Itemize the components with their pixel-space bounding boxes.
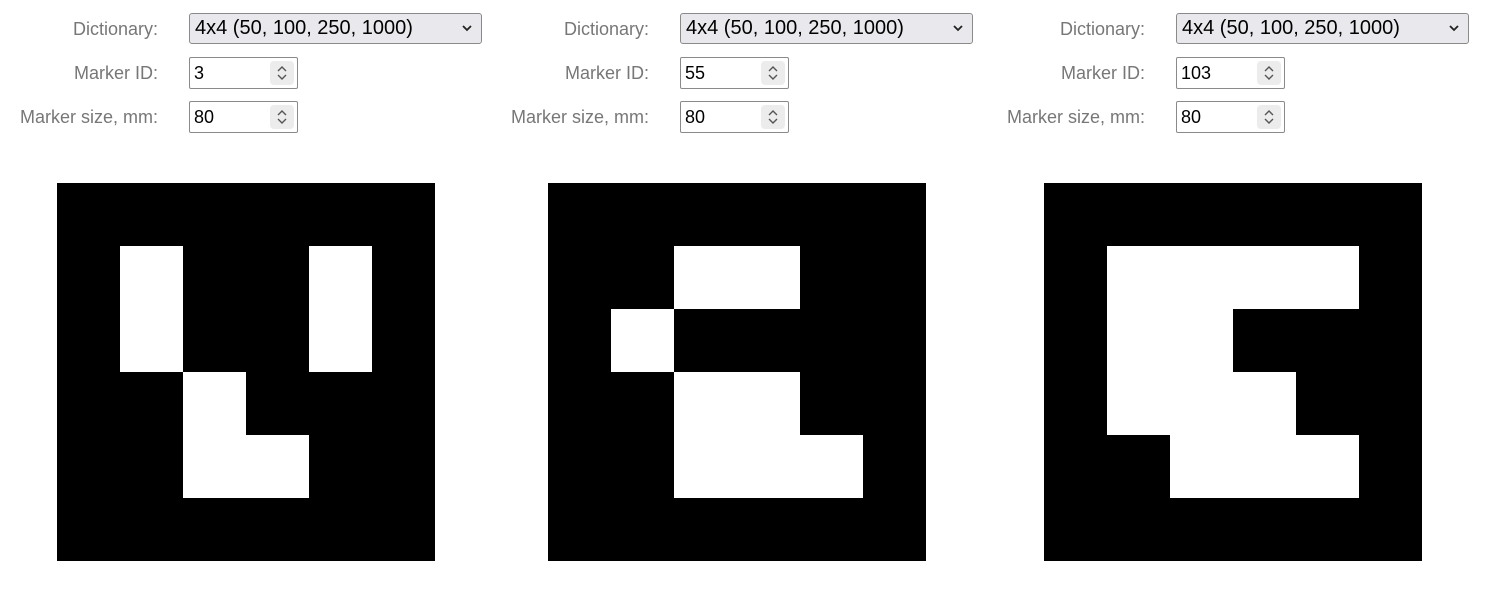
- marker-id-value: 3: [194, 63, 205, 83]
- spinner-arrows-icon[interactable]: [761, 61, 785, 85]
- marker-bit-white: [1233, 372, 1296, 435]
- spinner-arrows-icon[interactable]: [270, 61, 294, 85]
- spinner-arrows-icon[interactable]: [761, 105, 785, 129]
- marker-bit-white: [1107, 372, 1170, 435]
- marker-size-value: 80: [685, 107, 706, 127]
- marker-bit-white: [183, 372, 246, 435]
- marker-bit-white: [246, 435, 309, 498]
- dictionary-label: Dictionary:: [1059, 19, 1145, 39]
- dictionary-row: Dictionary: 4x4 (50, 100, 250, 1000): [987, 13, 1469, 45]
- marker-panel-2: Dictionary: 4x4 (50, 100, 250, 1000) Mar…: [491, 0, 973, 594]
- marker-bit-white: [1170, 372, 1233, 435]
- chevron-down-icon: [953, 25, 963, 32]
- marker-id-input[interactable]: 55: [680, 57, 789, 89]
- dictionary-label: Dictionary:: [72, 19, 158, 39]
- marker-panel-1: Dictionary: 4x4 (50, 100, 250, 1000) Mar…: [0, 0, 482, 594]
- marker-size-label: Marker size, mm:: [1006, 107, 1145, 127]
- spinner-arrows-icon[interactable]: [1257, 61, 1281, 85]
- marker-size-value: 80: [1181, 107, 1202, 127]
- marker-id-value: 55: [685, 63, 706, 83]
- marker-bit-white: [120, 309, 183, 372]
- marker-bit-white: [309, 246, 372, 309]
- marker-bit-white: [1296, 246, 1359, 309]
- marker-bit-white: [1170, 309, 1233, 372]
- marker-id-input[interactable]: 103: [1176, 57, 1285, 89]
- marker-bit-white: [1170, 435, 1233, 498]
- dictionary-row: Dictionary: 4x4 (50, 100, 250, 1000): [491, 13, 973, 45]
- marker-id-label: Marker ID:: [564, 63, 649, 83]
- dictionary-select[interactable]: 4x4 (50, 100, 250, 1000): [189, 13, 482, 44]
- marker-size-row: Marker size, mm: 80: [491, 101, 971, 133]
- aruco-marker: [548, 183, 926, 561]
- marker-bit-white: [120, 246, 183, 309]
- marker-id-input[interactable]: 3: [189, 57, 298, 89]
- marker-size-value: 80: [194, 107, 215, 127]
- marker-bit-white: [737, 435, 800, 498]
- marker-size-label: Marker size, mm:: [19, 107, 158, 127]
- marker-size-row: Marker size, mm: 80: [0, 101, 480, 133]
- marker-bit-white: [737, 372, 800, 435]
- marker-bit-white: [1233, 246, 1296, 309]
- marker-bit-white: [800, 435, 863, 498]
- marker-bit-white: [674, 435, 737, 498]
- chevron-down-icon: [462, 25, 472, 32]
- marker-id-label: Marker ID:: [73, 63, 158, 83]
- marker-bit-white: [183, 435, 246, 498]
- marker-bit-white: [1296, 435, 1359, 498]
- dictionary-value: 4x4 (50, 100, 250, 1000): [1182, 17, 1400, 39]
- marker-bit-white: [1233, 435, 1296, 498]
- marker-bit-white: [1107, 246, 1170, 309]
- marker-id-row: Marker ID: 3: [0, 57, 480, 89]
- marker-id-label: Marker ID:: [1060, 63, 1145, 83]
- spinner-arrows-icon[interactable]: [270, 105, 294, 129]
- aruco-marker: [1044, 183, 1422, 561]
- marker-size-input[interactable]: 80: [680, 101, 789, 133]
- marker-bit-white: [1170, 246, 1233, 309]
- dictionary-select[interactable]: 4x4 (50, 100, 250, 1000): [680, 13, 973, 44]
- spinner-arrows-icon[interactable]: [1257, 105, 1281, 129]
- marker-bit-white: [737, 246, 800, 309]
- marker-id-row: Marker ID: 103: [987, 57, 1467, 89]
- marker-bit-white: [309, 309, 372, 372]
- marker-bit-white: [674, 246, 737, 309]
- marker-id-row: Marker ID: 55: [491, 57, 971, 89]
- marker-size-row: Marker size, mm: 80: [987, 101, 1467, 133]
- marker-panel-3: Dictionary: 4x4 (50, 100, 250, 1000) Mar…: [987, 0, 1469, 594]
- dictionary-value: 4x4 (50, 100, 250, 1000): [195, 17, 413, 39]
- dictionary-label: Dictionary:: [563, 19, 649, 39]
- marker-bit-white: [674, 372, 737, 435]
- marker-size-label: Marker size, mm:: [510, 107, 649, 127]
- marker-bit-white: [1107, 309, 1170, 372]
- dictionary-value: 4x4 (50, 100, 250, 1000): [686, 17, 904, 39]
- dictionary-row: Dictionary: 4x4 (50, 100, 250, 1000): [0, 13, 482, 45]
- marker-size-input[interactable]: 80: [1176, 101, 1285, 133]
- dictionary-select[interactable]: 4x4 (50, 100, 250, 1000): [1176, 13, 1469, 44]
- aruco-marker: [57, 183, 435, 561]
- marker-id-value: 103: [1181, 63, 1212, 83]
- marker-bit-white: [611, 309, 674, 372]
- marker-size-input[interactable]: 80: [189, 101, 298, 133]
- chevron-down-icon: [1449, 25, 1459, 32]
